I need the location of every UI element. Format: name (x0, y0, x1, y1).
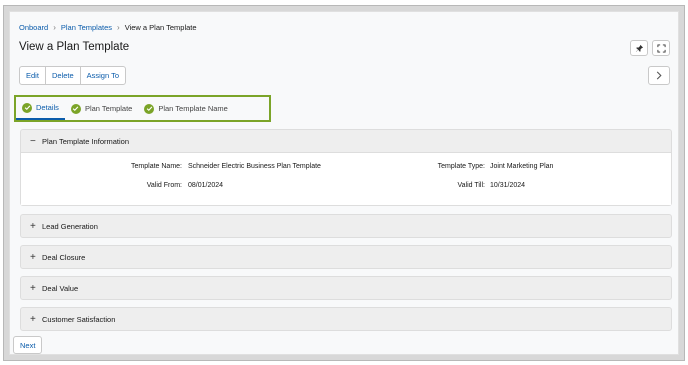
page-header: Onboard › Plan Templates › View a Plan T… (10, 12, 678, 96)
breadcrumb-onboard[interactable]: Onboard (19, 23, 48, 32)
section-header[interactable]: + Lead Generation (21, 215, 671, 237)
tab-plan-template-name[interactable]: Plan Template Name (138, 97, 233, 120)
section-customer-satisfaction: + Customer Satisfaction (20, 307, 672, 331)
section-header[interactable]: + Deal Closure (21, 246, 671, 268)
breadcrumb-separator-icon: › (53, 23, 56, 32)
collapse-icon: − (30, 135, 36, 147)
breadcrumb: Onboard › Plan Templates › View a Plan T… (19, 23, 197, 32)
assign-to-button[interactable]: Assign To (81, 67, 125, 84)
valid-from-value: 08/01/2024 (188, 182, 224, 189)
check-circle-icon (22, 102, 32, 113)
breadcrumb-current: View a Plan Template (124, 23, 197, 32)
section-deal-closure: + Deal Closure (20, 245, 672, 269)
check-circle-icon (70, 103, 81, 114)
section-header[interactable]: + Customer Satisfaction (21, 308, 671, 330)
valid-till-label: Valid Till: (457, 182, 486, 189)
expand-plus-icon: + (30, 282, 36, 294)
section-title: Lead Generation (42, 221, 98, 231)
pin-button[interactable] (630, 40, 648, 56)
expand-icon (656, 43, 666, 53)
section-body: Template Name: Schneider Electric Busine… (21, 152, 671, 205)
template-type-value: Joint Marketing Plan (490, 163, 554, 170)
tab-details[interactable]: Details (16, 97, 65, 120)
page-title: View a Plan Template (19, 41, 130, 53)
breadcrumb-plan-templates[interactable]: Plan Templates (61, 23, 112, 32)
template-type-label: Template Type: (437, 163, 485, 170)
fullscreen-button[interactable] (652, 40, 670, 56)
section-title: Plan Template Information (42, 136, 129, 146)
check-circle-icon (144, 103, 155, 114)
pin-icon (635, 44, 643, 52)
valid-till-value: 10/31/2024 (490, 182, 526, 189)
chevron-right-icon (656, 71, 662, 80)
section-lead-generation: + Lead Generation (20, 214, 672, 238)
section-plan-template-information: − Plan Template Information Template Nam… (20, 129, 672, 206)
window-frame: Onboard › Plan Templates › View a Plan T… (3, 5, 685, 361)
section-header[interactable]: − Plan Template Information (21, 130, 671, 152)
expand-plus-icon: + (30, 220, 36, 232)
template-name-label: Template Name: (131, 163, 182, 170)
tab-plan-template[interactable]: Plan Template (65, 97, 138, 120)
expand-plus-icon: + (30, 313, 36, 325)
template-name-value: Schneider Electric Business Plan Templat… (188, 163, 321, 170)
next-record-button[interactable] (648, 66, 670, 85)
section-title: Deal Closure (42, 252, 86, 262)
next-button[interactable]: Next (13, 336, 43, 354)
tab-label: Details (36, 103, 59, 112)
tab-label: Plan Template Name (158, 104, 228, 113)
section-deal-value: + Deal Value (20, 276, 672, 300)
expand-plus-icon: + (30, 251, 36, 263)
action-button-group: Edit Delete Assign To (19, 66, 127, 85)
record-card: Onboard › Plan Templates › View a Plan T… (9, 11, 679, 355)
section-title: Customer Satisfaction (42, 314, 116, 324)
edit-button[interactable]: Edit (20, 67, 46, 84)
section-title: Deal Value (42, 283, 79, 293)
tab-bar: Details Plan Template Plan Template Name (14, 95, 271, 122)
tab-label: Plan Template (84, 104, 133, 113)
delete-button[interactable]: Delete (46, 67, 81, 84)
breadcrumb-separator-icon: › (117, 23, 120, 32)
valid-from-label: Valid From: (146, 182, 182, 189)
section-header[interactable]: + Deal Value (21, 277, 671, 299)
